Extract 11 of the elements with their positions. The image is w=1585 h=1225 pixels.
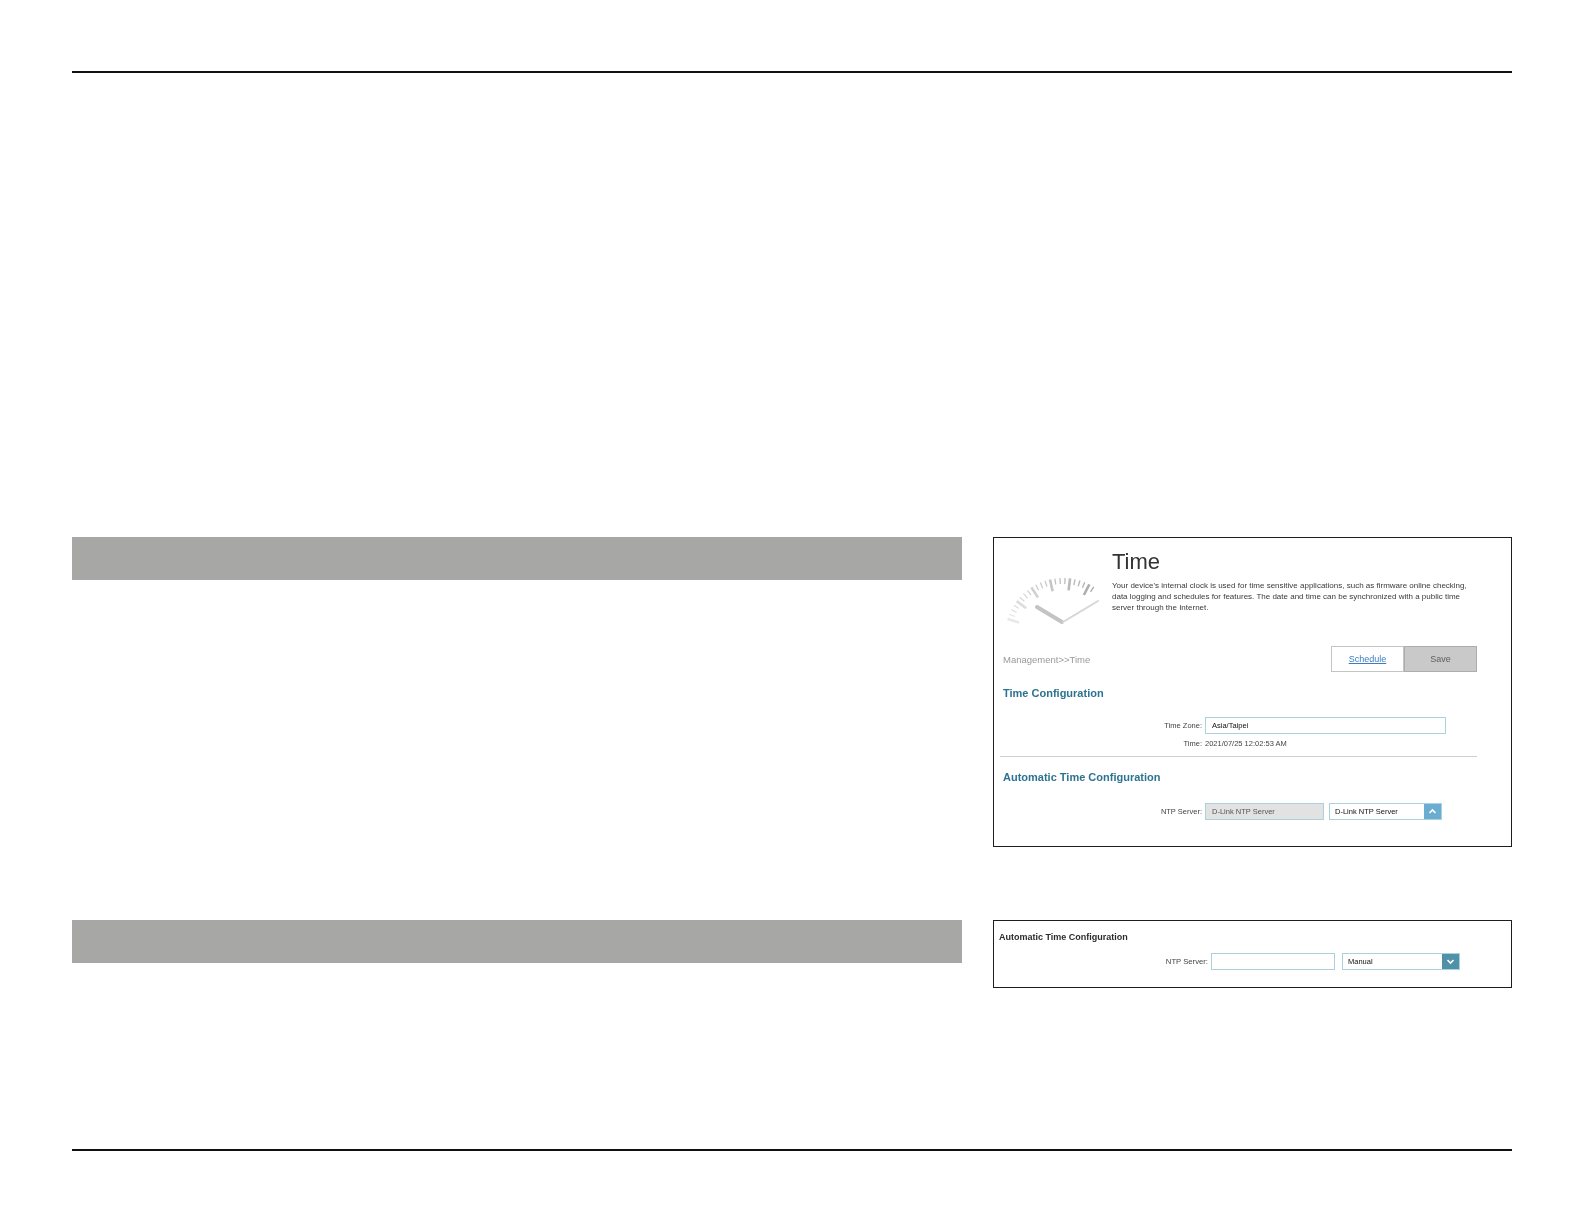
description-text: Your device's internal clock is used for time sensitive applications, such as firmware online checking, data logging and schedules for features. The date and time can be synchronized with a public time server through the Internet.: [1112, 580, 1468, 613]
section-heading: Automatic Time Configuration: [999, 931, 1128, 943]
caret-down-icon[interactable]: [1442, 954, 1459, 969]
section-heading: Time Configuration: [1003, 686, 1104, 700]
clock-icon: [1006, 576, 1100, 625]
schedule-link-button[interactable]: Schedule: [1331, 646, 1404, 672]
caret-up-icon[interactable]: [1424, 804, 1441, 819]
breadcrumb-text: Management>>Time: [1003, 653, 1091, 665]
section-heading: Automatic Time Configuration: [1003, 770, 1161, 784]
page-title: Time: [1112, 549, 1161, 575]
input-field[interactable]: [1211, 953, 1335, 970]
